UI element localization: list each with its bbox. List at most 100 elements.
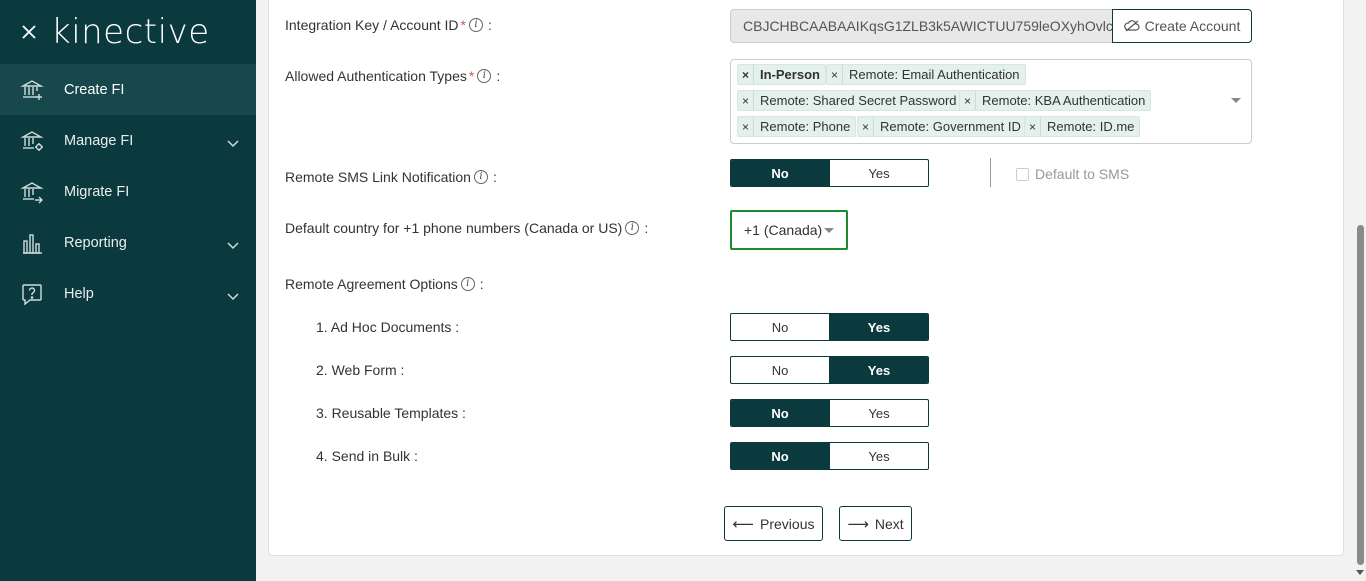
next-button[interactable]: ⟶ Next (839, 506, 912, 541)
scroll-down-icon[interactable] (1356, 570, 1364, 575)
agreement-label-text: Remote Agreement Options (285, 276, 458, 292)
tag-label: Remote: Phone (760, 119, 851, 134)
tag-label: Remote: Shared Secret Password (760, 93, 957, 108)
main-content: Integration Key / Account ID * i: CBJCHBCA… (256, 0, 1354, 581)
default-to-sms-checkbox[interactable] (1016, 167, 1029, 181)
create-account-label: Create Account (1144, 18, 1241, 34)
chevron-down-icon (227, 135, 239, 151)
info-icon[interactable]: i (477, 69, 492, 83)
reusable-templates-label: 3. Reusable Templates : (316, 405, 466, 421)
remove-tag-icon[interactable]: × (858, 117, 874, 136)
bank-gear-icon (20, 129, 44, 153)
integration-key-label-text: Integration Key / Account ID (285, 17, 459, 33)
auth-types-multiselect[interactable]: × In-Person × Remote: Email Authentication… (730, 59, 1252, 144)
tag-label: Remote: Government ID (880, 119, 1021, 134)
tag-government-id: × Remote: Government ID (857, 116, 1027, 137)
info-icon[interactable]: i (473, 170, 488, 184)
create-account-button[interactable]: Create Account (1112, 9, 1252, 43)
info-icon[interactable]: i (469, 18, 483, 32)
country-select[interactable]: +1 (Canada) (730, 210, 848, 250)
web-form-yes-option[interactable]: Yes (829, 357, 928, 383)
country-label: Default country for +1 phone numbers (Ca… (285, 220, 649, 236)
close-menu-icon[interactable] (15, 18, 43, 46)
sidebar-item-migrate-fi[interactable]: Migrate FI (0, 166, 256, 217)
web-form-toggle: No Yes (730, 356, 929, 384)
tag-label: In-Person (760, 67, 820, 82)
scrollbar[interactable] (1354, 0, 1366, 581)
send-in-bulk-yes-option[interactable]: Yes (829, 443, 928, 469)
form-card: Integration Key / Account ID * i: CBJCHBCA… (268, 0, 1344, 556)
sidebar-item-create-fi[interactable]: Create FI (0, 64, 256, 115)
tag-in-person: × In-Person (737, 64, 826, 85)
integration-key-input[interactable]: CBJCHBCAABAAIKqsG1ZLB3k5AWICTUU759leOXyh… (730, 9, 1112, 43)
sidebar-item-label: Create FI (64, 81, 125, 98)
sms-label: Remote SMS Link Notification i: (285, 169, 497, 185)
agreement-label: Remote Agreement Options i: (285, 276, 484, 292)
chevron-down-icon (227, 237, 239, 253)
country-value: +1 (Canada) (744, 222, 823, 238)
tag-idme: × Remote: ID.me (1024, 116, 1141, 137)
sidebar: kinective Create FI Manage FI Migrate FI… (0, 0, 256, 581)
cloud-slash-icon (1123, 20, 1140, 32)
auth-types-label: Allowed Authentication Types * i: (285, 68, 501, 84)
ad-hoc-no-option[interactable]: No (731, 314, 829, 340)
remove-tag-icon[interactable]: × (738, 117, 754, 136)
tag-email-auth: × Remote: Email Authentication (826, 64, 1026, 85)
tag-shared-secret: × Remote: Shared Secret Password (737, 90, 963, 111)
reusable-templates-yes-option[interactable]: Yes (829, 400, 928, 426)
remove-tag-icon[interactable]: × (1025, 117, 1041, 136)
web-form-no-option[interactable]: No (731, 357, 829, 383)
required-marker: * (460, 17, 466, 33)
remove-tag-icon[interactable]: × (738, 91, 754, 110)
info-icon[interactable]: i (625, 221, 640, 235)
sms-label-text: Remote SMS Link Notification (285, 169, 471, 185)
ad-hoc-label: 1. Ad Hoc Documents : (316, 319, 460, 335)
remove-tag-icon[interactable]: × (738, 65, 754, 84)
default-to-sms: Default to SMS (1016, 166, 1129, 182)
bank-plus-icon (20, 78, 44, 102)
sms-yes-option[interactable]: Yes (829, 160, 928, 186)
sidebar-item-label: Manage FI (64, 132, 134, 149)
previous-label: Previous (760, 515, 815, 532)
remove-tag-icon[interactable]: × (960, 91, 976, 110)
ad-hoc-toggle: No Yes (730, 313, 929, 341)
sidebar-item-label: Help (64, 285, 94, 302)
tag-kba-auth: × Remote: KBA Authentication (959, 90, 1152, 111)
arrow-right-icon: ⟶ (847, 515, 869, 533)
tag-label: Remote: Email Authentication (849, 67, 1020, 82)
reusable-templates-no-option[interactable]: No (731, 400, 829, 426)
bank-arrow-icon (20, 180, 44, 204)
sidebar-item-label: Migrate FI (64, 183, 130, 200)
scroll-thumb[interactable] (1357, 225, 1364, 565)
integration-key-label: Integration Key / Account ID * i: (285, 17, 492, 33)
remove-tag-icon[interactable]: × (827, 65, 843, 84)
default-to-sms-label: Default to SMS (1035, 166, 1130, 182)
send-in-bulk-toggle: No Yes (730, 442, 929, 470)
ad-hoc-yes-option[interactable]: Yes (829, 314, 928, 340)
sidebar-item-help[interactable]: Help (0, 268, 256, 319)
send-in-bulk-label: 4. Send in Bulk : (316, 448, 418, 464)
auth-types-label-text: Allowed Authentication Types (285, 68, 467, 84)
sidebar-item-manage-fi[interactable]: Manage FI (0, 115, 256, 166)
previous-button[interactable]: ⟵ Previous (724, 506, 823, 541)
bar-chart-icon (20, 231, 44, 255)
reusable-templates-toggle: No Yes (730, 399, 929, 427)
tag-phone: × Remote: Phone (737, 116, 857, 137)
divider (990, 158, 991, 187)
web-form-label: 2. Web Form : (316, 362, 405, 378)
required-marker: * (468, 68, 475, 84)
chevron-down-icon (227, 288, 239, 304)
caret-down-icon[interactable] (1231, 98, 1241, 103)
country-label-text: Default country for +1 phone numbers (Ca… (285, 220, 623, 236)
sms-toggle: No Yes (730, 159, 929, 187)
sidebar-item-reporting[interactable]: Reporting (0, 217, 256, 268)
send-in-bulk-no-option[interactable]: No (731, 443, 829, 469)
tag-label: Remote: ID.me (1047, 119, 1135, 134)
brand-header: kinective (0, 0, 256, 64)
next-label: Next (874, 515, 904, 532)
question-bubble-icon (20, 282, 44, 306)
kinective-logo: kinective (51, 12, 210, 52)
sms-no-option[interactable]: No (731, 160, 829, 186)
info-icon[interactable]: i (460, 277, 475, 291)
arrow-left-icon: ⟵ (732, 515, 755, 533)
